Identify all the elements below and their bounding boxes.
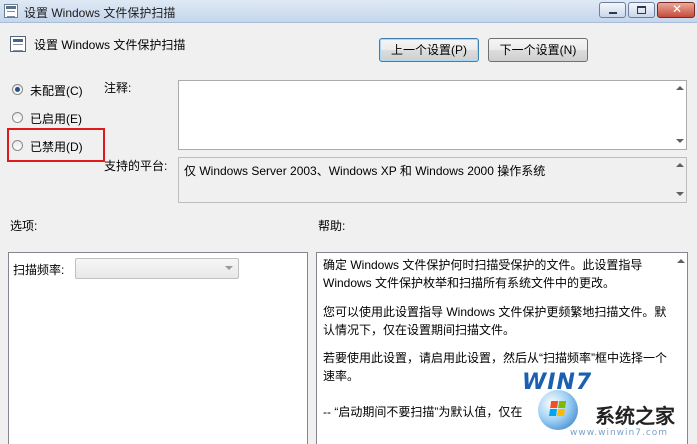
help-paragraph: 您可以使用此设置指导 Windows 文件保护更频繁地扫描文件。默认情况下，仅在… <box>323 305 667 337</box>
minimize-button[interactable] <box>599 2 626 18</box>
radio-button-checked[interactable] <box>12 84 23 95</box>
comment-textbox[interactable] <box>178 80 687 150</box>
window-title: 设置 Windows 文件保护扫描 <box>24 6 176 20</box>
watermark-site-name: 系统之家 <box>595 404 675 428</box>
policy-setting-icon <box>4 4 18 18</box>
policy-setting-icon <box>10 36 26 52</box>
comment-label: 注释: <box>104 81 132 95</box>
help-label: 帮助: <box>318 219 346 233</box>
title-bar[interactable]: 设置 Windows 文件保护扫描 ✕ <box>0 0 697 23</box>
close-icon: ✕ <box>671 2 683 16</box>
scroll-down-arrow-icon[interactable] <box>675 137 685 147</box>
setting-title: 设置 Windows 文件保护扫描 <box>34 38 186 52</box>
maximize-button[interactable] <box>628 2 655 18</box>
watermark-domain: www.winwin7.com <box>570 428 669 438</box>
scroll-up-arrow-icon[interactable] <box>675 83 685 93</box>
help-paragraph: 确定 Windows 文件保护何时扫描受保护的文件。此设置指导 Windows … <box>323 258 643 290</box>
close-button[interactable]: ✕ <box>657 2 695 18</box>
chevron-down-icon <box>225 266 233 270</box>
scroll-up-arrow-icon[interactable] <box>675 160 685 170</box>
scroll-down-arrow-icon[interactable] <box>675 190 685 200</box>
previous-setting-button[interactable]: 上一个设置(P) <box>379 38 479 62</box>
supported-platform-text: 仅 Windows Server 2003、Windows XP 和 Windo… <box>184 164 546 178</box>
scroll-up-arrow-icon[interactable] <box>676 256 686 266</box>
next-setting-button[interactable]: 下一个设置(N) <box>488 38 588 62</box>
radio-label-not-configured: 未配置(C) <box>30 84 83 98</box>
scan-frequency-dropdown[interactable] <box>75 258 239 279</box>
windows-flag-icon <box>549 401 567 417</box>
policy-dialog-window: 设置 Windows 文件保护扫描 ✕ 设置 Windows 文件保护扫描 上一… <box>0 0 697 444</box>
radio-label-enabled: 已启用(E) <box>30 112 82 126</box>
supported-platform-box: 仅 Windows Server 2003、Windows XP 和 Windo… <box>178 157 687 203</box>
minimize-icon <box>609 12 617 14</box>
options-panel <box>8 252 308 444</box>
scan-frequency-label: 扫描频率: <box>13 263 65 277</box>
options-label: 选项: <box>10 219 38 233</box>
radio-button[interactable] <box>12 112 23 123</box>
maximize-icon <box>637 6 646 14</box>
site-watermark: WIN7 系统之家 www.winwin7.com <box>508 370 697 444</box>
highlight-annotation-box <box>7 128 105 162</box>
supported-platform-label: 支持的平台: <box>104 159 168 173</box>
